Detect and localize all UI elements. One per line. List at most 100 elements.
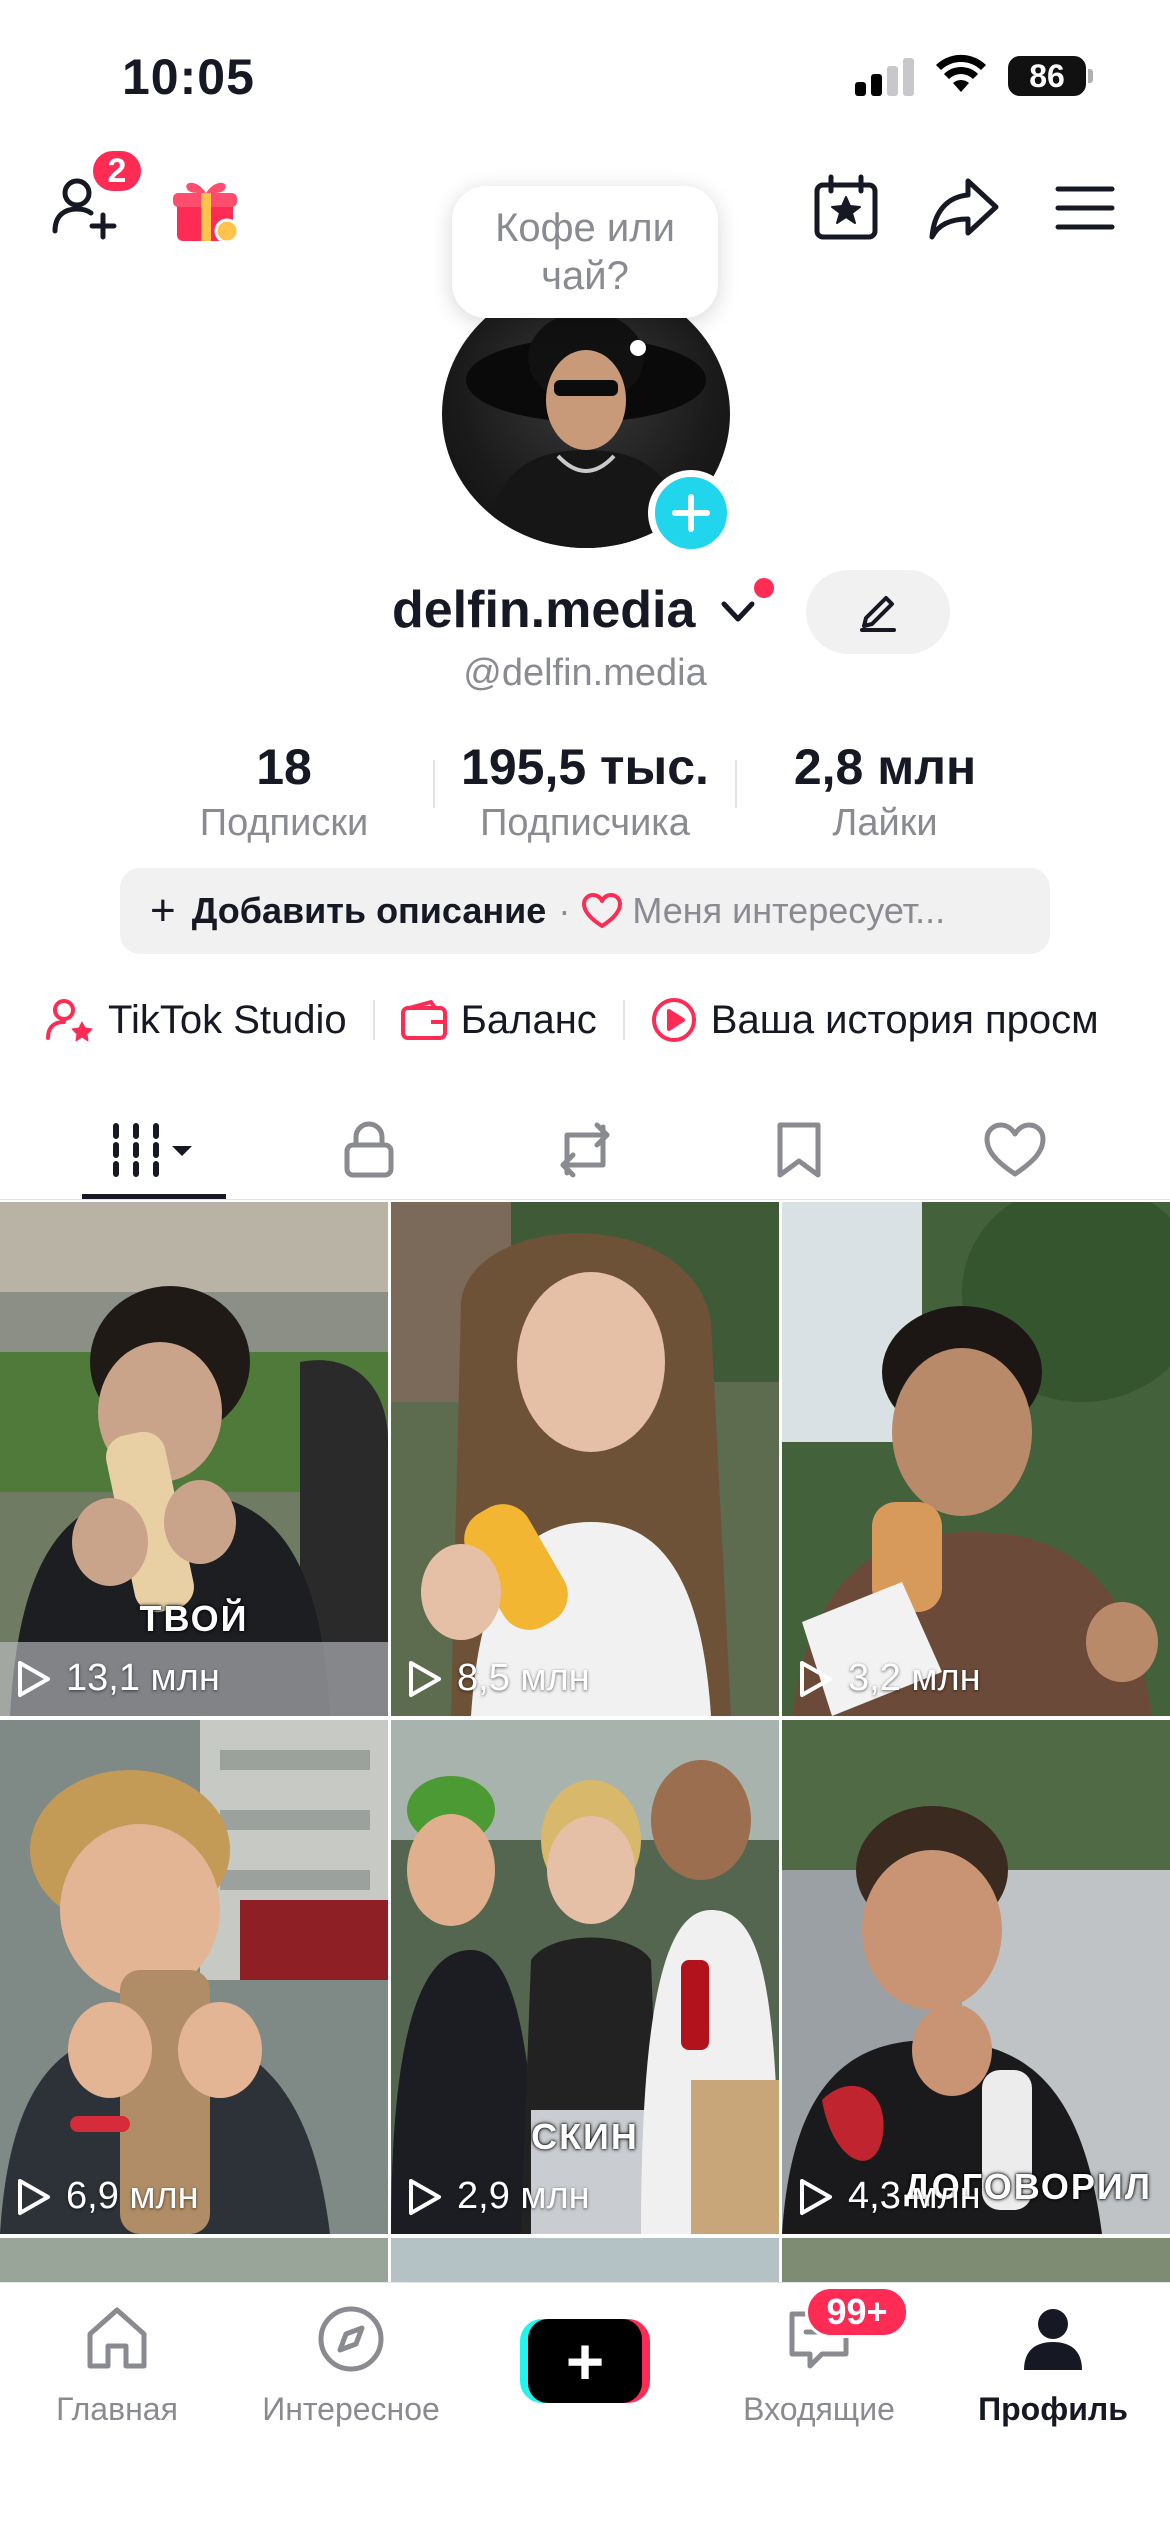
bio-separator: · (558, 890, 571, 931)
video-view-count: 4,3 млн (798, 2175, 981, 2218)
compass-icon (318, 2306, 384, 2372)
play-outline-icon (800, 1660, 832, 1697)
video-thumbnail (391, 1202, 779, 1716)
nav-inbox-label: Входящие (743, 2391, 895, 2427)
view-count-text: 6,9 млн (66, 2175, 199, 2217)
wifi-icon (936, 54, 986, 92)
tiktok-studio-label: TikTok Studio (108, 997, 347, 1042)
nav-discover-label: Интересное (262, 2391, 440, 2427)
watch-history-label: Ваша история просм (710, 997, 1099, 1042)
nav-home-label: Главная (56, 2391, 178, 2427)
play-circle-icon (651, 998, 696, 1042)
video-tile[interactable]: 6,9 млн (0, 1720, 388, 2234)
cellular-signal-icon (855, 58, 915, 96)
shortcut-divider (622, 1000, 625, 1040)
view-count-text: 2,9 млн (457, 2175, 590, 2217)
likes-stat[interactable]: 2,8 млн Лайки (760, 738, 1010, 845)
wallet-icon (400, 1000, 447, 1040)
likes-count: 2,8 млн (793, 739, 977, 795)
stat-divider (433, 760, 435, 808)
video-tile[interactable]: СКИН 2,9 млн (391, 1720, 779, 2234)
inbox-notification-badge: 99+ (805, 2286, 909, 2338)
balance-label: Баланс (460, 997, 597, 1042)
account-notification-dot (754, 578, 774, 598)
play-outline-icon (409, 1660, 441, 1697)
stat-divider (735, 760, 737, 808)
share-profile-button[interactable] (924, 168, 1004, 248)
menu-button[interactable] (1044, 168, 1126, 248)
video-tile[interactable]: ТВОЙ 13,1 млн (0, 1202, 388, 1716)
calendar-button[interactable] (806, 168, 886, 248)
profile-person-icon (1024, 2309, 1082, 2370)
home-icon (87, 2307, 147, 2369)
add-description-button[interactable]: Добавить описание (192, 890, 547, 932)
interests-button[interactable]: Меня интересует... (632, 890, 945, 932)
add-story-button[interactable] (648, 470, 734, 556)
shortcut-divider (372, 1000, 375, 1040)
video-view-count: 3,2 млн (798, 1657, 981, 1700)
note-bubble[interactable]: Кофе или чай? (452, 186, 718, 318)
friends-notification-badge: 2 (90, 148, 144, 194)
create-button[interactable]: + (520, 2319, 650, 2403)
video-view-count: 13,1 млн (16, 1657, 220, 1700)
followers-stat[interactable]: 195,5 тыс. Подписчика (440, 738, 730, 845)
profile-username[interactable]: delfin.media (392, 580, 695, 640)
status-bar: 10:05 86 (0, 0, 1170, 150)
following-stat[interactable]: 18 Подписки (176, 738, 392, 845)
tiktok-studio-shortcut[interactable]: TikTok Studio (46, 998, 347, 1043)
followers-label: Подписчика (480, 802, 690, 844)
video-view-count: 2,9 млн (407, 2175, 590, 2218)
share-arrow-icon (929, 178, 999, 240)
pencil-icon (860, 596, 896, 632)
gift-icon (173, 182, 240, 244)
video-caption: СКИН (531, 2116, 639, 2157)
video-caption: ТВОЙ (139, 1598, 249, 1639)
play-outline-icon (18, 1660, 50, 1697)
tab-favorites[interactable] (682, 1100, 916, 1200)
plus-icon (672, 494, 710, 532)
tab-private[interactable] (252, 1100, 486, 1200)
following-count: 18 (256, 739, 312, 795)
heart-outline-icon (582, 893, 623, 928)
nav-profile[interactable]: Профиль (936, 2301, 1170, 2428)
video-tile[interactable]: 8,5 млн (391, 1202, 779, 1716)
calendar-star-icon (814, 174, 878, 240)
play-outline-icon (18, 2178, 50, 2215)
nav-home[interactable]: Главная (0, 2301, 234, 2428)
balance-shortcut[interactable]: Баланс (400, 997, 597, 1043)
person-star-icon (46, 999, 93, 1042)
video-tile[interactable]: 3,2 млн (782, 1202, 1170, 1716)
view-count-text: 4,3 млн (848, 2175, 981, 2217)
tab-reposts[interactable] (468, 1100, 702, 1200)
video-thumbnail (0, 1720, 388, 2234)
videos-grid-icon (113, 1123, 192, 1177)
bookmark-icon (777, 1122, 821, 1178)
view-count-text: 3,2 млн (848, 1657, 981, 1699)
battery-indicator: 86 (1008, 56, 1086, 96)
play-outline-icon (409, 2178, 441, 2215)
bubble-tail-dot (630, 340, 646, 356)
followers-count: 195,5 тыс. (461, 739, 709, 795)
video-tile[interactable]: ДОГОВОРИЛ 4,3 млн (782, 1720, 1170, 2234)
tab-liked[interactable] (898, 1100, 1132, 1200)
profile-tabs (0, 1100, 1170, 1200)
chevron-down-icon[interactable] (718, 592, 758, 632)
heart-icon (984, 1122, 1046, 1177)
edit-profile-button[interactable] (806, 570, 950, 654)
video-view-count: 6,9 млн (16, 2175, 199, 2218)
bottom-navigation: Главная Интересное + Входящие Профиль (0, 2282, 1170, 2532)
lock-icon (344, 1121, 394, 1178)
profile-handle: @delfin.media (463, 652, 707, 694)
gift-button[interactable] (166, 170, 246, 250)
tab-videos[interactable] (37, 1100, 271, 1200)
watch-history-shortcut[interactable]: Ваша история просм (651, 997, 1099, 1043)
play-outline-icon (800, 2178, 832, 2215)
video-view-count: 8,5 млн (407, 1657, 590, 1700)
status-time: 10:05 (122, 49, 255, 105)
create-plus-icon: + (528, 2319, 642, 2403)
plus-icon: + (150, 886, 176, 935)
tab-divider (0, 1199, 1170, 1200)
view-count-text: 8,5 млн (457, 1657, 590, 1699)
nav-discover[interactable]: Интересное (234, 2301, 468, 2428)
likes-label: Лайки (832, 802, 938, 844)
